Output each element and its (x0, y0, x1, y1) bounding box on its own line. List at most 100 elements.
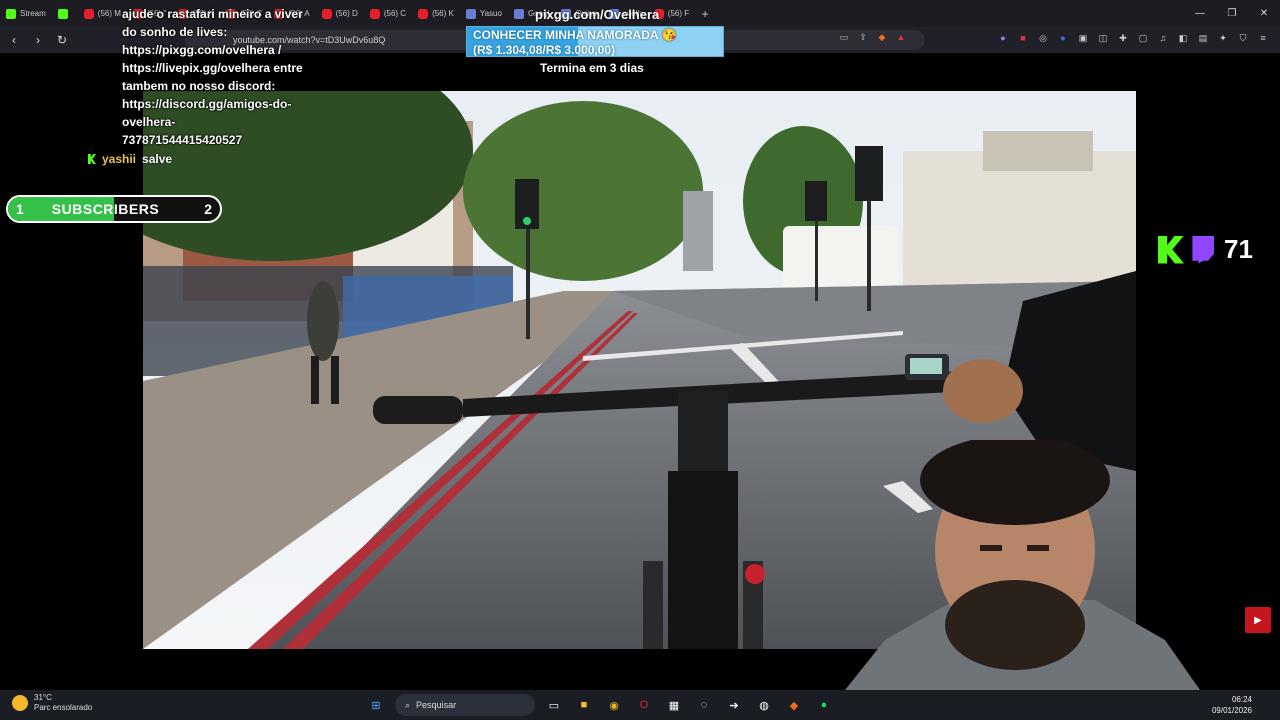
browser-tab[interactable] (52, 0, 78, 27)
donation-goal-bar: CONHECER MINHA NAMORADA 😘 (R$ 1.304,08/R… (466, 26, 724, 57)
youtube-favicon-icon (321, 8, 332, 19)
menu-icon[interactable]: ≡ (1256, 31, 1270, 45)
browser-tab[interactable]: (56) K (412, 0, 460, 27)
youtube-favicon-icon (83, 8, 94, 19)
back-button[interactable]: ‹ (4, 30, 24, 50)
extension-icon-4[interactable]: ● (1056, 31, 1070, 45)
chat-line: yashii salve (88, 152, 172, 166)
youtube-favicon-icon (418, 8, 429, 19)
vpn-icon[interactable]: ⛉ (1236, 31, 1250, 45)
clock-date: 09/01/2026 (1211, 706, 1252, 715)
extension-icon-2[interactable]: ■ (1016, 31, 1030, 45)
maximize-icon[interactable]: ❐ (1216, 0, 1248, 27)
steam-icon[interactable]: ◍ (753, 694, 775, 716)
youtube-badge-icon: ▶ (1245, 607, 1271, 633)
clock[interactable]: 06:24 09/01/2026 (1212, 694, 1252, 716)
screen: Stream (56) M (56) " (56) K (56) C (56) A (56)… (0, 0, 1280, 720)
taskbar-search[interactable]: ⌕ Pesquisar (395, 694, 535, 716)
browser-tab[interactable]: (56) C (364, 0, 412, 27)
clock-time: 06:24 (1231, 695, 1252, 704)
leo-ai-icon[interactable]: ✦ (1216, 31, 1230, 45)
chat-username: yashii (102, 152, 137, 166)
viewer-count-value: 71 (1224, 234, 1253, 264)
extension-icon-3[interactable]: ◎ (1036, 31, 1050, 45)
chat-message-line: 737871544415420527 (122, 133, 243, 147)
browser-tab[interactable]: (56) M (78, 0, 127, 27)
close-icon[interactable]: ✕ (1248, 0, 1280, 27)
new-tab-button[interactable]: + (695, 7, 715, 21)
goal-ends-text: Termina em 3 dias (540, 61, 644, 75)
extension-icon-6[interactable]: ◫ (1096, 31, 1110, 45)
opera-icon[interactable]: O (633, 694, 655, 716)
pix-title: pixgg.com/Ovelhera (535, 7, 660, 22)
reload-icon: ↻ (56, 33, 68, 47)
app-icon-2[interactable]: ◌ (693, 694, 715, 716)
tab-label: Yasuo (479, 9, 502, 18)
subscribers-goal: 1 SUBSCRIBERS 2 (6, 195, 222, 223)
screenshot-icon[interactable]: ▢ (1136, 31, 1150, 45)
chat-message-line: https://livepix.gg/ovelhera entre (122, 61, 303, 75)
minimize-icon[interactable]: — (1184, 0, 1216, 27)
chat-message-line: https://pixgg.com/ovelhera / (122, 43, 282, 57)
chrome-icon[interactable]: ◉ (603, 694, 625, 716)
generic-favicon-icon (513, 8, 524, 19)
extension-toolbar: ● ■ ◎ ● ▣ ◫ ✚ ▢ ♫ ◧ ▤ ✦ ⛉ ≡ (996, 31, 1270, 45)
browser-tab[interactable]: (56) D (316, 0, 364, 27)
chat-message-line: https://discord.gg/amigos-do- (122, 97, 292, 111)
extension-icon-5[interactable]: ▣ (1076, 31, 1090, 45)
spotify-icon[interactable]: ● (813, 694, 835, 716)
goal-amount: (R$ 1.304,08/R$ 3.000,00) (473, 43, 616, 57)
sun-icon (12, 695, 28, 711)
weather-widget[interactable]: 31°C Parc ensolarado (12, 693, 92, 713)
search-icon: ⌕ (405, 699, 411, 710)
chat-message-line: ovelhera- (122, 115, 176, 129)
tab-label: Stream (20, 9, 46, 18)
kick-logo-icon (1158, 235, 1184, 264)
kick-favicon-icon (6, 8, 16, 19)
weather-desc: Parc ensolarado (34, 703, 93, 712)
cast-icon[interactable]: ▭ (838, 31, 850, 43)
wallet-icon[interactable]: ▤ (1196, 31, 1210, 45)
twitch-logo-icon (1192, 235, 1214, 264)
app-icon-1[interactable]: ▦ (663, 694, 685, 716)
browser-tab[interactable]: Yasuo (460, 0, 508, 27)
search-placeholder: Pesquisar (416, 700, 457, 710)
tab-label: (56) C (383, 9, 407, 18)
extension-icon-1[interactable]: ● (996, 31, 1010, 45)
chat-text: salve (142, 152, 173, 166)
brave-rewards-icon[interactable]: ▲ (895, 31, 907, 43)
chat-message: ajude o rastafari mineiro a viver do sonh… (122, 5, 322, 149)
subs-label: SUBSCRIBERS (51, 201, 160, 217)
tab-label: (56) D (335, 9, 358, 18)
generic-favicon-icon (465, 8, 476, 19)
share-icon[interactable]: ⇪ (857, 31, 869, 43)
tab-label: (56) K (432, 9, 454, 18)
brave-shield-icon[interactable]: ◆ (876, 31, 888, 43)
start-button[interactable]: ⊞ (365, 694, 387, 716)
forward-arrow-icon: › (36, 33, 40, 47)
viewer-count: 71 (1158, 234, 1253, 265)
extensions-puzzle-icon[interactable]: ✚ (1116, 31, 1130, 45)
chat-message-line: tambem no nosso discord: (122, 79, 276, 93)
back-arrow-icon: ‹ (12, 33, 16, 47)
browser-tab[interactable]: Stream (0, 0, 52, 27)
tab-label: (56) M (97, 9, 121, 18)
brave-icon[interactable]: ◆ (783, 694, 805, 716)
webcam-feed (845, 440, 1200, 690)
kick-badge-icon (88, 154, 96, 164)
chat-message-line: do sonho de lives: (122, 25, 228, 39)
chat-message-line: ajude o rastafari mineiro a viver (122, 7, 303, 21)
subs-target: 2 (204, 201, 212, 217)
address-bar-tools: ▭ ⇪ ◆ ▲ (838, 31, 907, 43)
media-icon[interactable]: ♫ (1156, 31, 1170, 45)
kick-favicon-icon (57, 8, 68, 19)
youtube-favicon-icon (369, 8, 380, 19)
forward-button[interactable]: › (28, 30, 48, 50)
tab-label: (56) F (667, 9, 690, 18)
sidebar-icon[interactable]: ◧ (1176, 31, 1190, 45)
file-explorer-icon[interactable]: ■ (573, 694, 595, 716)
taskbar-apps: ⊞ ⌕ Pesquisar ▭ ■ ◉ O ▦ ◌ ➔ ◍ ◆ ● (365, 694, 835, 716)
task-view-icon[interactable]: ▭ (543, 694, 565, 716)
reload-button[interactable]: ↻ (52, 30, 72, 50)
app-icon-3[interactable]: ➔ (723, 694, 745, 716)
